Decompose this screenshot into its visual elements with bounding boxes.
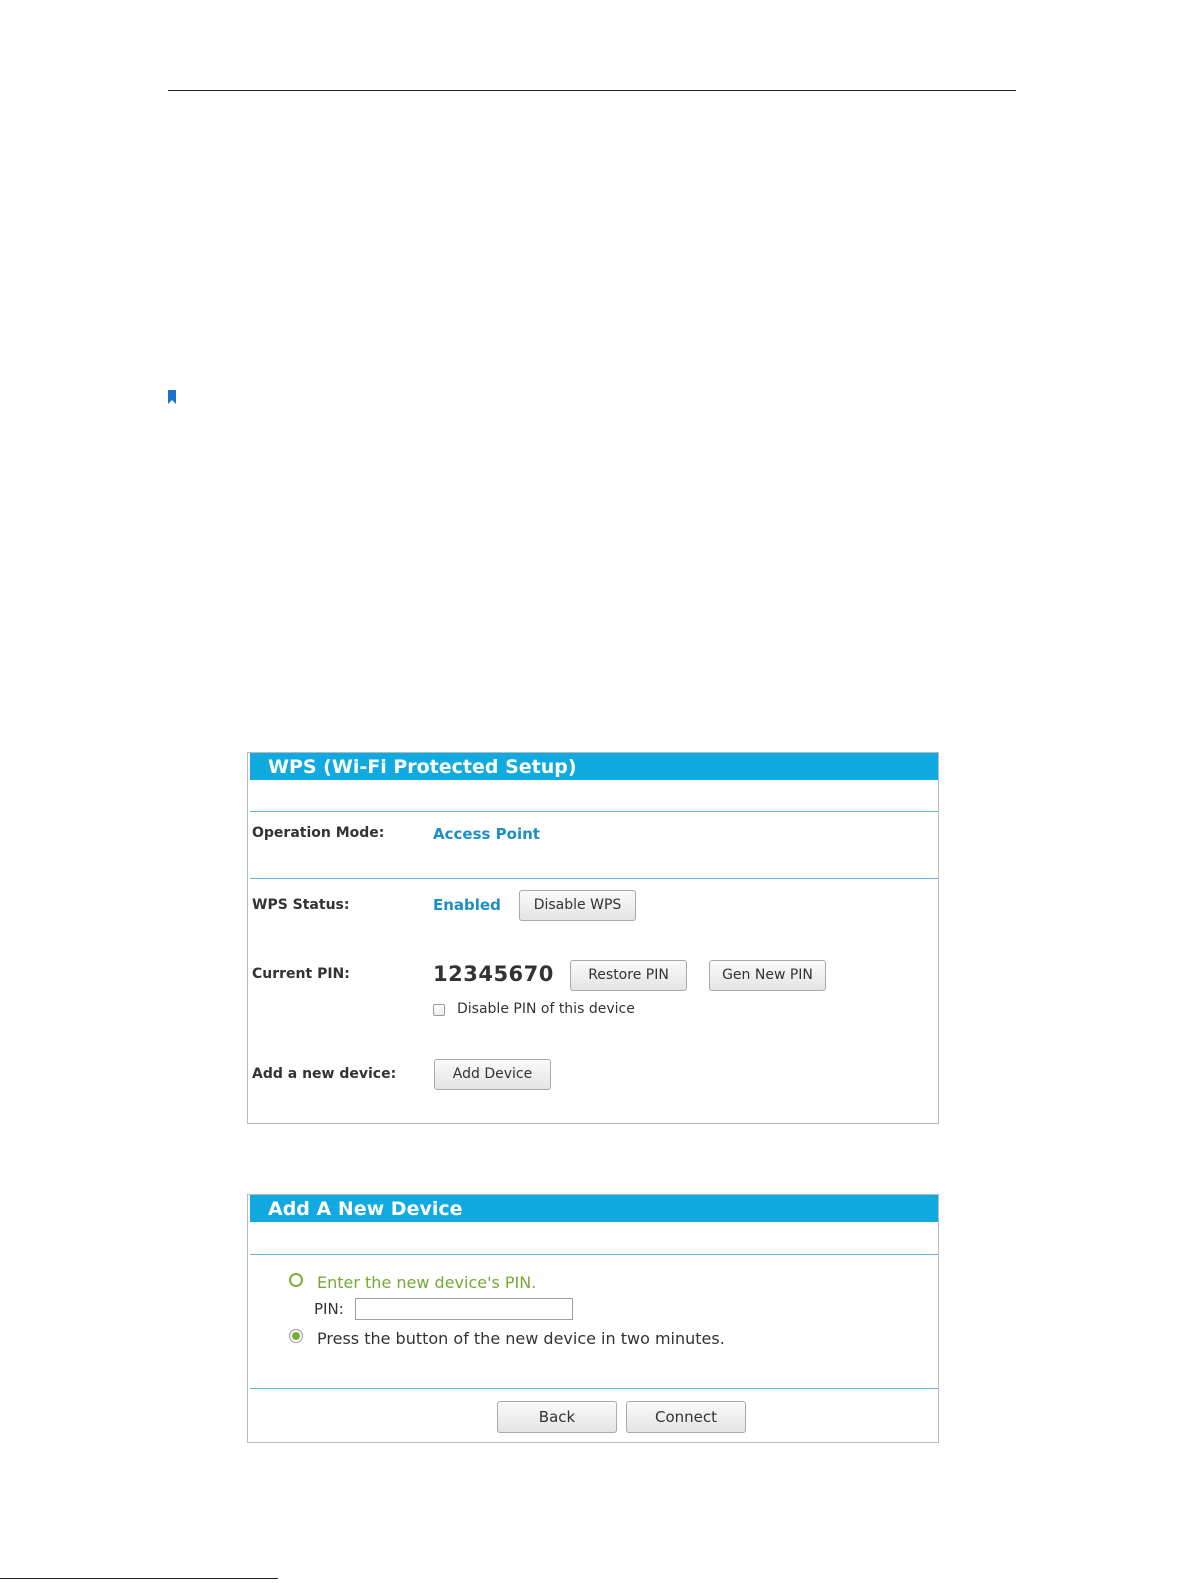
divider	[250, 878, 938, 879]
disable-pin-checkbox[interactable]	[433, 1004, 445, 1016]
pin-input[interactable]	[355, 1298, 573, 1320]
add-device-panel-title: Add A New Device	[250, 1195, 938, 1222]
disable-wps-button[interactable]: Disable WPS	[519, 890, 636, 921]
divider	[250, 1388, 938, 1389]
press-button-radio[interactable]	[289, 1329, 303, 1343]
current-pin-label: Current PIN:	[252, 966, 350, 982]
wps-panel: WPS (Wi-Fi Protected Setup) Operation Mo…	[247, 752, 939, 1124]
add-device-panel: Add A New Device Enter the new device's …	[247, 1194, 939, 1443]
wps-panel-title: WPS (Wi-Fi Protected Setup)	[250, 753, 938, 780]
bookmark-icon	[168, 390, 176, 404]
page-bottom-rule	[0, 1578, 278, 1579]
operation-mode-label: Operation Mode:	[252, 825, 385, 841]
divider	[250, 1254, 938, 1255]
divider	[250, 811, 938, 812]
gen-new-pin-button[interactable]: Gen New PIN	[709, 960, 826, 991]
restore-pin-button[interactable]: Restore PIN	[570, 960, 687, 991]
operation-mode-value: Access Point	[433, 825, 540, 843]
wps-status-value: Enabled	[433, 896, 501, 914]
add-device-button[interactable]: Add Device	[434, 1059, 551, 1090]
back-button[interactable]: Back	[497, 1401, 617, 1433]
connect-button[interactable]: Connect	[626, 1401, 746, 1433]
page-top-rule	[168, 90, 1016, 91]
wps-status-label: WPS Status:	[252, 897, 350, 913]
press-button-option-label[interactable]: Press the button of the new device in tw…	[317, 1329, 725, 1348]
enter-pin-option-label[interactable]: Enter the new device's PIN.	[317, 1273, 536, 1292]
add-device-label: Add a new device:	[252, 1066, 397, 1082]
current-pin-value: 12345670	[433, 962, 554, 986]
pin-field-label: PIN:	[314, 1300, 344, 1318]
enter-pin-radio[interactable]	[289, 1273, 303, 1287]
disable-pin-label: Disable PIN of this device	[457, 1001, 635, 1017]
